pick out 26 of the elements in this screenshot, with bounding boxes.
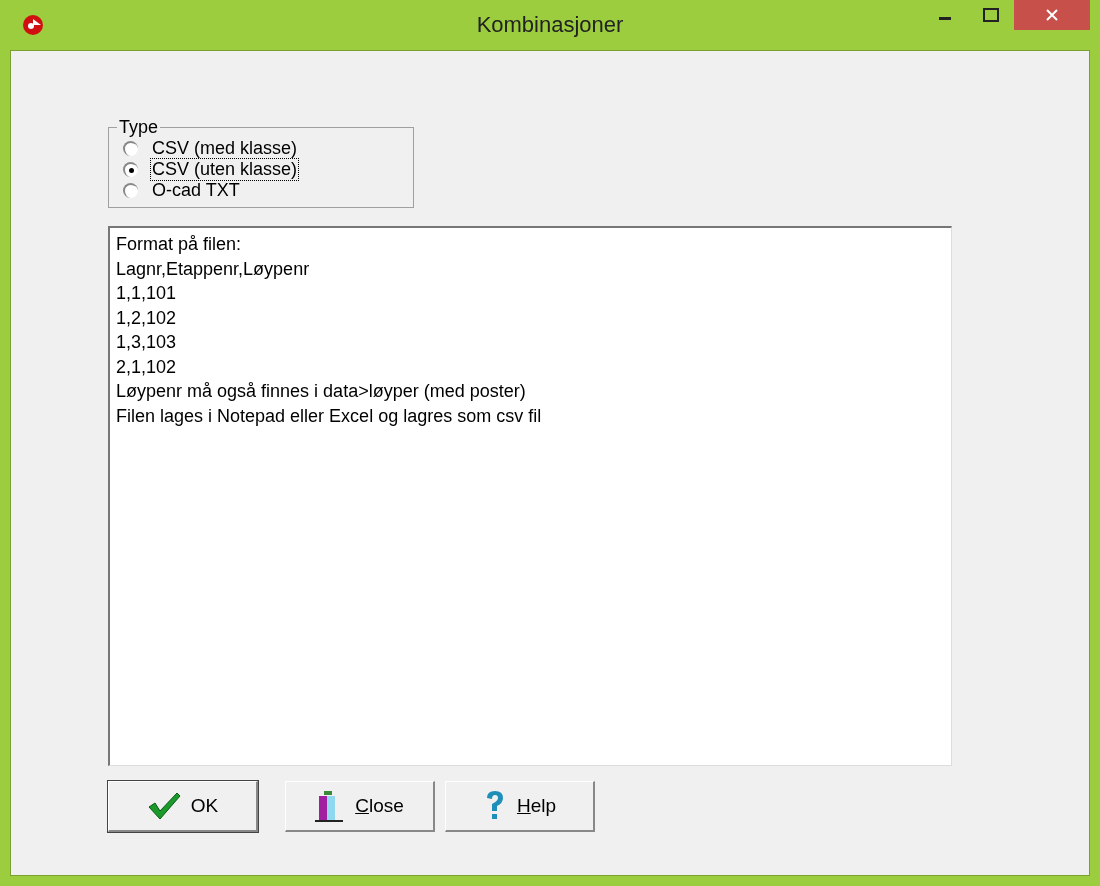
radio-button[interactable] (123, 162, 138, 177)
text-line: Filen lages i Notepad eller Excel og lagres som csv fil (116, 404, 543, 428)
help-button[interactable]: Help (445, 781, 595, 832)
text-line: Lagnr,Etappenr,Løypenr (116, 257, 311, 281)
checkmark-icon (146, 791, 181, 821)
text-line: 2,1,102 (116, 355, 178, 379)
text-line: 1,2,102 (116, 306, 178, 330)
close-icon (1045, 8, 1059, 22)
app-logo-icon (22, 14, 44, 36)
text-line: Løypenr må også finnes i data>løyper (med poster) (116, 380, 527, 403)
text-line: 1,3,103 (116, 331, 178, 354)
text-line: 1,1,101 (116, 282, 178, 305)
ok-button[interactable]: OK (108, 781, 258, 832)
close-button[interactable]: Close (285, 781, 435, 832)
text-line: Format på filen: (116, 233, 243, 256)
radio-option[interactable]: O-cad TXT (123, 180, 403, 201)
radio-option[interactable]: CSV (med klasse) (123, 138, 403, 159)
radio-button[interactable] (123, 141, 138, 156)
door-icon (315, 789, 346, 823)
window-title: Kombinasjoner (475, 12, 625, 38)
radio-button[interactable] (123, 183, 138, 198)
minimize-icon (939, 16, 951, 20)
group-label: Type (118, 117, 160, 138)
text-area[interactable]: Format på filen: Lagnr,Etappenr,Løypenr 1,1,101 1,2,102 1,3,103 2,1,102 Løypenr må også finnes i data>løyper (med poster) Filen lages i Notepad eller Excel og lagres som csv fil (108, 226, 952, 766)
close-button[interactable] (1014, 0, 1090, 30)
maximize-icon (983, 8, 999, 22)
